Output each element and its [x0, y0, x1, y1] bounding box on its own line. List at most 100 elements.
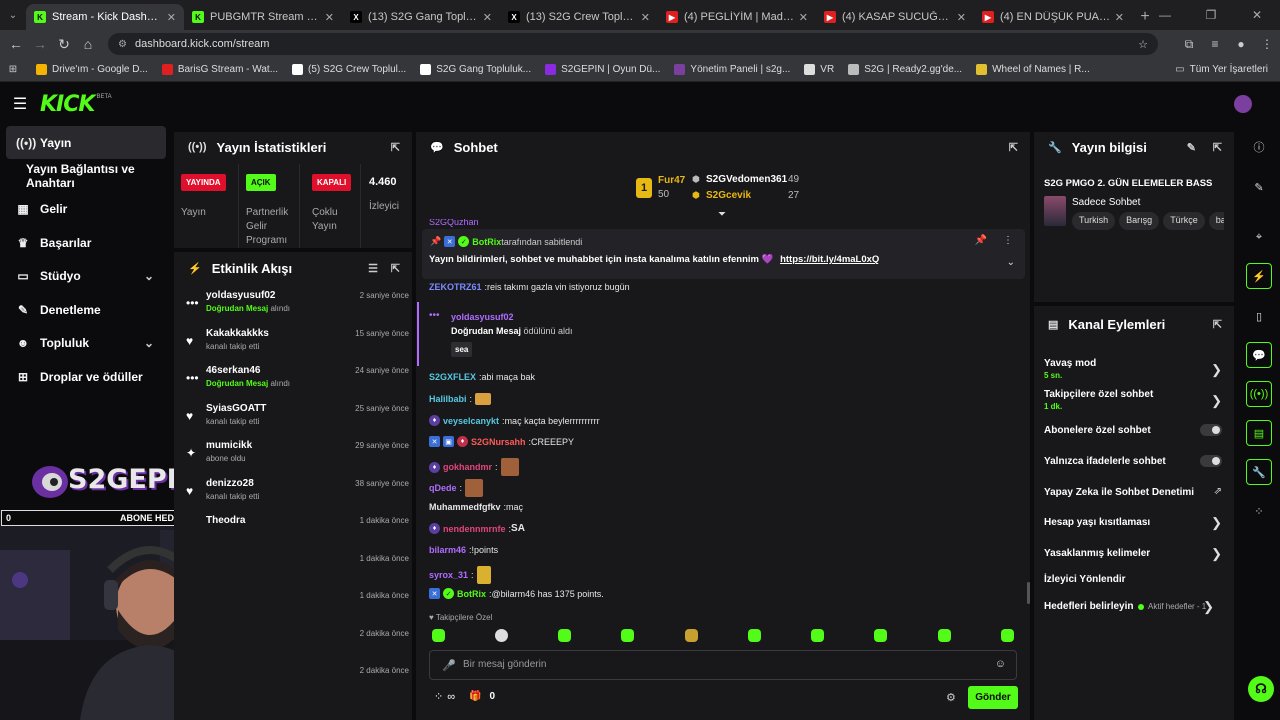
chat-settings-gear-icon[interactable]: ⚙ [946, 691, 956, 704]
browser-tab[interactable]: ▶ (4) PEGLİYİM | Madara Olduk # ✕ [658, 4, 816, 30]
popout-icon[interactable]: ⇱ [1009, 141, 1018, 154]
viewer-redirect-label[interactable]: İzleyici Yönlendir [1044, 574, 1126, 585]
menu-icon[interactable]: ⋮ [1254, 37, 1280, 51]
emote-icon[interactable] [432, 629, 445, 642]
redeem-user[interactable]: yoldasyusuf02 [451, 312, 514, 322]
browser-tab[interactable]: K Stream - Kick Dashboard ✕ [26, 4, 184, 30]
bookmark-item[interactable]: VR [804, 64, 834, 75]
maximize-icon[interactable]: ❐ [1188, 8, 1234, 22]
mic-icon[interactable]: 🎤 [442, 659, 456, 672]
activity-user[interactable]: mumicikk [206, 440, 252, 451]
browser-tab[interactable]: X (13) S2G Gang Topluluk / X ✕ [342, 4, 500, 30]
chat-input[interactable]: 🎤 Bir mesaj gönderin ☺ [429, 650, 1017, 680]
rewards-icon[interactable]: ⁘ [1246, 498, 1272, 524]
moderation-tool-icon[interactable]: ▤ [1246, 420, 1272, 446]
extensions-icon[interactable]: ⧉ [1176, 37, 1202, 52]
bookmark-item[interactable]: BarisG Stream - Wat... [161, 64, 278, 75]
slow-mode-setting[interactable]: Yavaş mod 5 sn. [1044, 358, 1096, 380]
chat-username[interactable]: S2GNursahh [471, 437, 526, 447]
chevron-right-icon[interactable]: ❯ [1211, 546, 1222, 562]
emote-icon[interactable] [938, 629, 951, 642]
popout-icon[interactable]: ⇱ [391, 141, 400, 154]
site-info-icon[interactable]: ⚙ [118, 39, 127, 50]
reload-icon[interactable]: ↻ [52, 36, 76, 53]
tab-search-icon[interactable]: ⌄ [0, 0, 26, 30]
browser-tab[interactable]: ▶ (4) KASAP SUCUĞU | Madara C ✕ [816, 4, 974, 30]
kick-logo[interactable]: KICK [40, 92, 95, 117]
popout-icon[interactable]: ⇱ [1213, 141, 1222, 154]
chevron-right-icon[interactable]: ❯ [1211, 393, 1222, 409]
bookmark-item[interactable]: S2G Gang Topluluk... [420, 64, 531, 75]
gift-icon[interactable]: 🎁 [469, 691, 481, 702]
stream-tag[interactable]: Türkçe [1163, 212, 1205, 230]
close-tab-icon[interactable]: ✕ [957, 11, 966, 24]
sidebar-item[interactable]: Yayın Bağlantısı ve Anahtarı [0, 159, 172, 193]
browser-tab[interactable]: K PUBGMTR Stream - Watch Live ✕ [184, 4, 342, 30]
stream-tag[interactable]: ba [1208, 212, 1224, 230]
emote-icon[interactable] [558, 629, 571, 642]
leader-1-name[interactable]: Fur47 [658, 175, 685, 186]
close-tab-icon[interactable]: ✕ [799, 11, 808, 24]
stream-tag[interactable]: Barışg [1119, 212, 1160, 230]
followers-chat-setting[interactable]: Takipçilere özel sohbet 1 dk. [1044, 389, 1153, 411]
popout-icon[interactable]: ⇱ [1213, 318, 1222, 331]
all-bookmarks[interactable]: ▭ Tüm Yer İşaretleri [1175, 64, 1268, 75]
hamburger-menu-icon[interactable]: ☰ [0, 94, 40, 114]
send-button[interactable]: Gönder [968, 686, 1018, 709]
minimize-icon[interactable]: — [1142, 8, 1188, 22]
info-icon[interactable]: ⓘ [1246, 134, 1272, 160]
bookmark-item[interactable]: Yönetim Paneli | s2g... [674, 64, 790, 75]
sidebar-item[interactable]: ✎ Denetleme [0, 293, 172, 327]
chat-username[interactable]: bilarm46 [429, 545, 466, 555]
emote-icon[interactable] [874, 629, 887, 642]
chat-username[interactable]: veyselcanykt [443, 416, 499, 426]
wrench-tool-icon[interactable]: 🔧 [1246, 459, 1272, 485]
emotes-chat-toggle[interactable] [1200, 455, 1222, 467]
sidebar-item[interactable]: ▭ Stüdyo ⌄ [0, 260, 172, 294]
banned-words-label[interactable]: Yasaklanmış kelimeler [1044, 548, 1150, 559]
forward-icon[interactable]: → [28, 36, 52, 52]
emote-icon[interactable] [1001, 629, 1014, 642]
activity-user[interactable]: yoldasyusuf02 [206, 290, 275, 301]
account-age-label[interactable]: Hesap yaşı kısıtlaması [1044, 517, 1150, 528]
activity-user[interactable]: 46serkan46 [206, 365, 261, 376]
chat-username[interactable]: nendennmrnfe [443, 524, 506, 534]
back-icon[interactable]: ← [4, 36, 28, 52]
browser-tab[interactable]: ▶ (4) EN DÜŞÜK PUANLI YURT D ✕ [974, 4, 1132, 30]
collapse-chevron-icon[interactable]: ⌄ [1007, 257, 1015, 268]
crop-icon[interactable]: ⌖ [1246, 224, 1272, 250]
bookmark-item[interactable]: Wheel of Names | R... [976, 64, 1090, 75]
activity-user[interactable]: SyiasGOATT [206, 403, 266, 414]
stream-tag[interactable]: Turkish [1072, 212, 1116, 230]
chevron-right-icon[interactable]: ❯ [1203, 599, 1214, 615]
more-options-icon[interactable]: ⋮ [1003, 235, 1013, 246]
close-tab-icon[interactable]: ✕ [483, 11, 492, 24]
edit-pencil-icon[interactable]: ✎ [1187, 141, 1196, 154]
unpin-icon[interactable]: 📌 [975, 235, 987, 246]
close-tab-icon[interactable]: ✕ [325, 11, 334, 24]
chat-username[interactable]: Muhammedfgfkv [429, 502, 501, 512]
apps-icon[interactable]: ⊞ [0, 64, 26, 75]
chat-username[interactable]: gokhandmr [443, 462, 492, 472]
leader-3-name[interactable]: S2Gcevik [706, 190, 751, 201]
activity-user[interactable]: Theodra [206, 515, 245, 526]
support-headset-icon[interactable]: ☊ [1248, 676, 1274, 702]
lightning-tool-icon[interactable]: ⚡ [1246, 263, 1272, 289]
emote-icon[interactable] [685, 629, 698, 642]
chevron-right-icon[interactable]: ❯ [1211, 362, 1222, 378]
subs-chat-toggle[interactable] [1200, 424, 1222, 436]
chat-username[interactable]: ZEKOTRZ61 [429, 282, 482, 292]
bookmark-item[interactable]: S2G | Ready2.gg'de... [848, 64, 962, 75]
bookmark-star-icon[interactable]: ☆ [1138, 38, 1148, 51]
close-window-icon[interactable]: ✕ [1234, 8, 1280, 22]
goals-label[interactable]: Hedefleri belirleyin [1044, 601, 1133, 612]
chat-tool-icon[interactable]: 💬 [1246, 342, 1272, 368]
filter-icon[interactable]: ☰ [368, 262, 378, 275]
url-field[interactable]: ⚙ dashboard.kick.com/stream ☆ [108, 33, 1158, 55]
emoji-picker-icon[interactable]: ☺ [995, 658, 1006, 670]
user-avatar[interactable] [1234, 95, 1252, 113]
chat-username[interactable]: qDede [429, 483, 457, 493]
leaderboard-expand-icon[interactable]: ⏷ [718, 209, 726, 220]
sidebar-item[interactable]: ⊞ Droplar ve ödüller [0, 360, 172, 394]
bookmark-item[interactable]: (5) S2G Crew Toplul... [292, 64, 406, 75]
